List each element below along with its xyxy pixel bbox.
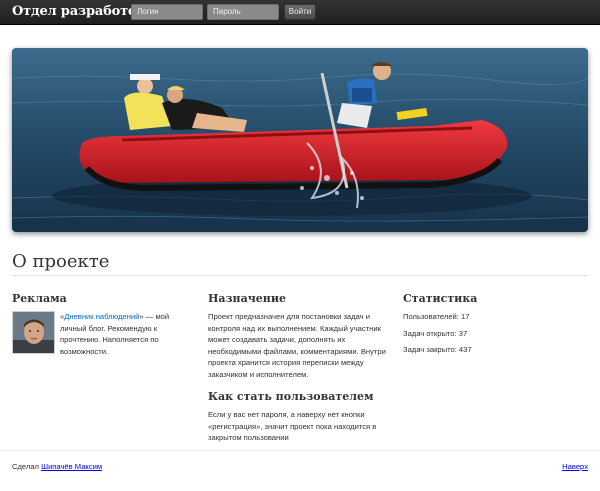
- login-input[interactable]: Логин: [131, 4, 203, 20]
- stats-heading: Статистика: [403, 292, 478, 305]
- footer-to-top: Наверх: [562, 462, 588, 471]
- brand-title[interactable]: Отдел разработок.: [12, 4, 150, 19]
- ad-text: «Дневник наблюдений» — мой личный блог. …: [60, 312, 170, 356]
- password-input[interactable]: Пароль: [207, 4, 279, 20]
- stats-column: Статистика Пользователей: 17 Задач откры…: [403, 292, 583, 361]
- ad-heading: Реклама: [12, 292, 67, 305]
- purpose-heading: Назначение: [208, 292, 286, 305]
- hero-banner-image: [12, 48, 588, 232]
- section-title-about: О проекте: [12, 251, 110, 272]
- stat-users: Пользователей: 17: [403, 312, 470, 321]
- login-button[interactable]: Войти: [284, 4, 316, 20]
- divider: [12, 275, 588, 276]
- author-avatar: [12, 311, 55, 354]
- author-link[interactable]: Шипачёв Максим: [41, 462, 102, 471]
- become-user-text: Если у вас нет пароля, а наверху нет кно…: [208, 410, 377, 442]
- stat-closed-tasks: Задач закрыто: 437: [403, 345, 472, 354]
- footer-divider: [0, 450, 600, 451]
- ad-column: Реклама «Дневник наблюдений» — мой личны…: [12, 292, 192, 357]
- become-user-heading: Как стать пользователем: [208, 390, 374, 403]
- footer-credits: Сделал Шипачёв Максим: [12, 462, 103, 471]
- boat-photo-illustration: [12, 48, 588, 232]
- stat-open-tasks: Задач открыто: 37: [403, 328, 468, 338]
- blog-link[interactable]: Дневник наблюдений: [64, 312, 139, 321]
- ad-block: «Дневник наблюдений» — мой личный блог. …: [12, 311, 192, 357]
- back-to-top-link[interactable]: Наверх: [562, 462, 588, 471]
- purpose-text: Проект предназначен для постановки задач…: [208, 312, 386, 379]
- purpose-column: Назначение Проект предназначен для поста…: [208, 292, 388, 444]
- top-navbar: Отдел разработок. Логин Пароль Войти: [0, 0, 600, 25]
